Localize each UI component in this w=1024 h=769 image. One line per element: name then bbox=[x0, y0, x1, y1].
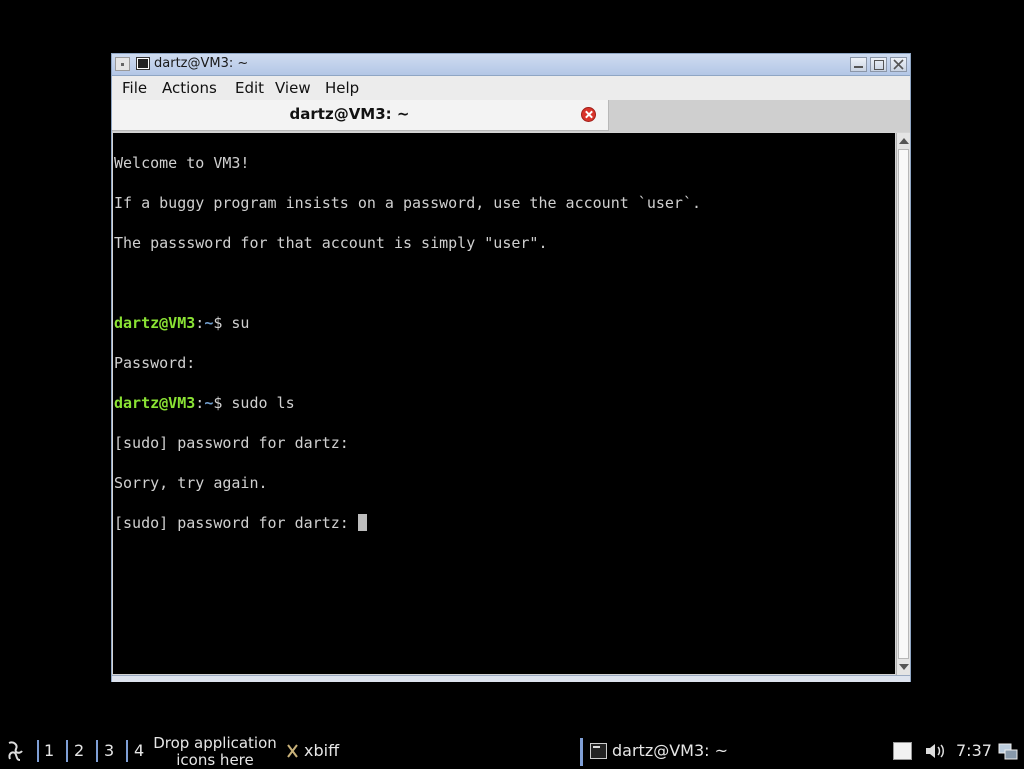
launcher-drop-area[interactable]: Drop application icons here bbox=[153, 735, 277, 769]
window-menu-button[interactable] bbox=[115, 57, 130, 71]
terminal-task-icon[interactable] bbox=[590, 743, 607, 759]
prompt-path: ~ bbox=[204, 394, 214, 412]
task-separator bbox=[580, 738, 583, 766]
terminal-line: If a buggy program insists on a password… bbox=[114, 194, 701, 212]
window-bottom-border[interactable] bbox=[112, 675, 910, 682]
terminal-scrollbar[interactable] bbox=[896, 133, 910, 675]
terminal-task-button[interactable]: dartz@VM3: ~ bbox=[612, 741, 728, 760]
network-icon[interactable] bbox=[998, 743, 1018, 760]
window-titlebar[interactable]: dartz@VM3: ~ bbox=[112, 54, 910, 76]
terminal-line: The passsword for that account is simply… bbox=[114, 234, 548, 252]
terminal-line: dartz@VM3:~$ su bbox=[114, 314, 250, 332]
command-text: su bbox=[231, 314, 250, 332]
terminal-line: Sorry, try again. bbox=[114, 474, 268, 492]
minimize-button[interactable] bbox=[850, 57, 867, 72]
desktop-separator bbox=[66, 740, 68, 762]
xbiff-icon[interactable] bbox=[286, 743, 299, 759]
close-window-button[interactable] bbox=[890, 57, 907, 72]
terminal-line: Welcome to VM3! bbox=[114, 154, 250, 172]
terminal-line: [sudo] password for dartz: bbox=[114, 513, 701, 533]
terminal-line: Password: bbox=[114, 354, 196, 372]
desktop-separator bbox=[126, 740, 128, 762]
close-icon bbox=[893, 59, 904, 70]
drop-text-line: Drop application bbox=[153, 734, 277, 752]
xbiff-launcher[interactable]: xbiff bbox=[304, 741, 339, 760]
desktop-3-button[interactable]: 3 bbox=[104, 741, 114, 760]
scroll-thumb[interactable] bbox=[898, 149, 909, 659]
terminal-window: dartz@VM3: ~ File Actions Edit View Help… bbox=[111, 53, 911, 682]
tab-terminal[interactable]: dartz@VM3: ~ bbox=[112, 100, 609, 131]
clock[interactable]: 7:37 bbox=[956, 741, 992, 760]
menu-actions[interactable]: Actions bbox=[162, 79, 217, 97]
menu-view[interactable]: View bbox=[275, 79, 311, 97]
tab-label: dartz@VM3: ~ bbox=[289, 105, 410, 123]
menu-help[interactable]: Help bbox=[325, 79, 359, 97]
tab-bar: dartz@VM3: ~ bbox=[112, 100, 910, 132]
menu-edit[interactable]: Edit bbox=[235, 79, 264, 97]
desktop-2-button[interactable]: 2 bbox=[74, 741, 84, 760]
text-cursor bbox=[357, 514, 367, 531]
desktop-separator bbox=[96, 740, 98, 762]
volume-icon[interactable] bbox=[924, 741, 946, 761]
menu-bar: File Actions Edit View Help bbox=[112, 76, 910, 100]
terminal-line: [sudo] password for dartz: bbox=[114, 434, 349, 452]
prompt-user: dartz@VM3 bbox=[114, 394, 196, 412]
desktop-4-button[interactable]: 4 bbox=[134, 741, 144, 760]
scroll-up-arrow-icon[interactable] bbox=[899, 138, 909, 144]
terminal-output[interactable]: Welcome to VM3! If a buggy program insis… bbox=[113, 133, 895, 674]
prompt-path: ~ bbox=[204, 314, 214, 332]
scroll-down-arrow-icon[interactable] bbox=[899, 664, 909, 670]
terminal-icon bbox=[136, 57, 150, 70]
terminal-line: dartz@VM3:~$ sudo ls bbox=[114, 394, 295, 412]
prompt-user: dartz@VM3 bbox=[114, 314, 196, 332]
window-title: dartz@VM3: ~ bbox=[154, 56, 249, 71]
notification-icon[interactable] bbox=[893, 742, 912, 760]
desktop-separator bbox=[37, 740, 39, 762]
taskbar: 1 2 3 4 Drop application icons here xbif… bbox=[0, 734, 1024, 769]
tab-close-icon[interactable] bbox=[581, 107, 596, 122]
drop-text-line: icons here bbox=[176, 751, 254, 769]
command-text: sudo ls bbox=[231, 394, 295, 412]
maximize-button[interactable] bbox=[870, 57, 887, 72]
start-menu-icon[interactable] bbox=[4, 739, 26, 763]
desktop-1-button[interactable]: 1 bbox=[44, 741, 54, 760]
menu-file[interactable]: File bbox=[122, 79, 147, 97]
